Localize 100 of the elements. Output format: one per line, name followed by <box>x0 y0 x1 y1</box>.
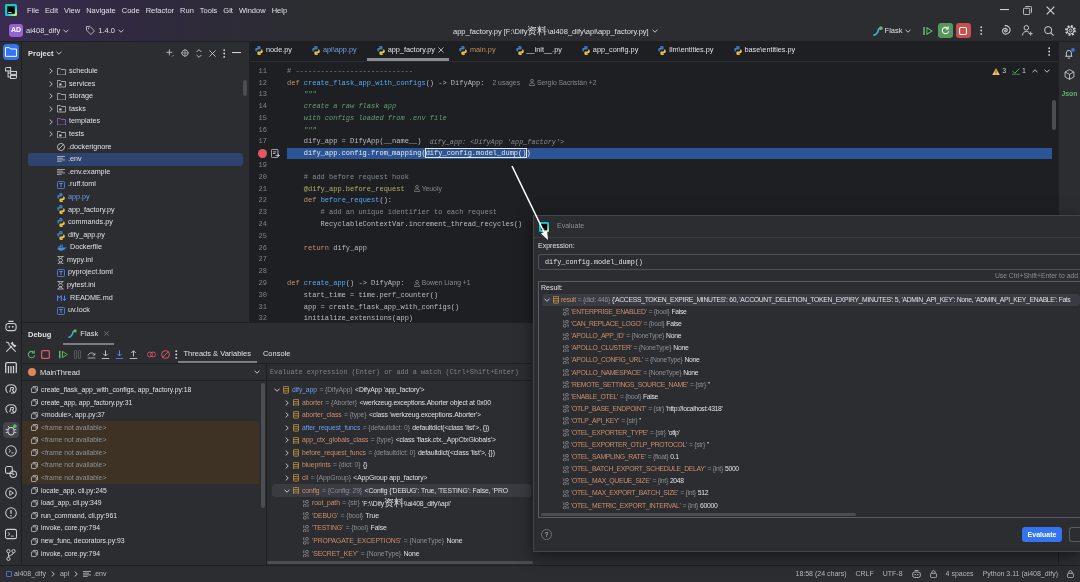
stop-button[interactable] <box>955 23 971 38</box>
chevron-down-icon[interactable] <box>56 51 63 55</box>
chevron-up-icon[interactable] <box>1032 69 1038 74</box>
bug-icon[interactable] <box>2 422 19 439</box>
restore-icon[interactable] <box>1023 5 1032 15</box>
chevron-down-icon[interactable] <box>1044 69 1050 74</box>
more-icon[interactable] <box>175 349 178 359</box>
python-file-icon <box>515 46 524 55</box>
package-folder-icon <box>57 105 66 113</box>
crosshair-icon[interactable] <box>180 49 189 57</box>
add-icon[interactable] <box>165 49 174 57</box>
minimize-icon[interactable] <box>232 52 241 54</box>
notification-bell-icon[interactable] <box>1064 48 1075 59</box>
markdown-file-icon <box>57 294 67 302</box>
status-dot-icon <box>28 368 36 376</box>
structure-icon[interactable] <box>2 65 19 81</box>
chevron-down-icon[interactable] <box>284 488 290 493</box>
cube-icon[interactable] <box>1064 69 1075 80</box>
scrollbar[interactable] <box>261 383 265 508</box>
double-circle-icon[interactable] <box>147 349 156 359</box>
chevron-down-icon[interactable] <box>544 298 550 303</box>
chevron-right-icon[interactable] <box>49 80 53 87</box>
chevron-right-icon[interactable] <box>285 475 289 482</box>
stacked-squares-icon <box>31 411 38 419</box>
chevron-right-icon[interactable] <box>49 131 53 138</box>
chevron-down-icon[interactable] <box>274 388 280 392</box>
up-down-chevrons-icon[interactable] <box>195 48 202 58</box>
chevron-down-icon[interactable] <box>651 28 658 33</box>
more-icon[interactable] <box>979 26 982 35</box>
circular-arrow-icon[interactable] <box>27 349 36 359</box>
scrollbar[interactable] <box>243 80 247 96</box>
play-bar-icon[interactable] <box>922 26 933 35</box>
chevron-right-icon[interactable] <box>49 93 53 100</box>
rerun-button[interactable] <box>937 23 953 38</box>
robot-icon[interactable] <box>911 570 921 578</box>
stacked-squares-icon <box>31 487 38 495</box>
binary-digits-icon <box>303 537 309 545</box>
down-arrow-icon[interactable] <box>101 349 110 359</box>
down-arrow-icon[interactable] <box>115 349 124 359</box>
folder-icon[interactable] <box>2 44 19 60</box>
add-user-icon[interactable] <box>1022 25 1033 36</box>
stack-icon <box>293 424 299 432</box>
chevron-down-icon[interactable] <box>63 28 70 33</box>
binary-digits-icon <box>563 489 569 498</box>
chevron-right-icon[interactable] <box>49 68 53 75</box>
scrollbar[interactable] <box>1052 100 1056 130</box>
stack-icon <box>293 461 299 470</box>
square-icon[interactable] <box>41 349 50 359</box>
slashed-circle-icon[interactable] <box>161 349 170 359</box>
stacked-squares-icon <box>31 449 38 457</box>
up-arrow-icon[interactable] <box>129 349 138 359</box>
chevron-right-icon[interactable] <box>285 462 289 469</box>
settings-icon[interactable] <box>1065 25 1076 36</box>
chevron-down-icon[interactable] <box>117 28 124 33</box>
spiral-icon[interactable] <box>1000 25 1011 36</box>
close-icon[interactable] <box>1046 5 1055 15</box>
stacked-squares-icon <box>31 386 38 394</box>
check-icon[interactable] <box>1012 67 1021 75</box>
chevron-right-icon[interactable] <box>49 106 53 113</box>
user-icon <box>529 79 536 87</box>
stacked-squares-icon <box>31 436 38 444</box>
minimize-icon[interactable] <box>1000 9 1009 11</box>
app-logo-icon <box>5 4 17 16</box>
lock-icon[interactable] <box>1067 570 1074 578</box>
curved-arrow-icon[interactable] <box>87 349 96 359</box>
python-file-icon <box>255 46 263 55</box>
chevron-right-icon[interactable] <box>285 399 289 406</box>
close-icon[interactable] <box>438 47 444 53</box>
services-icon[interactable] <box>2 463 19 480</box>
chevron-right-icon[interactable] <box>285 449 289 456</box>
play-bar-icon[interactable] <box>59 349 68 359</box>
console-icon[interactable] <box>2 443 19 459</box>
hourglass-icon <box>57 255 64 265</box>
exclamation-circle-icon[interactable] <box>2 505 19 522</box>
binary-digits-icon <box>303 549 309 558</box>
chevron-down-icon <box>254 370 260 374</box>
stacked-squares-icon <box>31 525 38 532</box>
more-icon[interactable] <box>1047 47 1050 56</box>
scrollbar[interactable] <box>541 513 856 516</box>
more-icon[interactable] <box>222 48 225 58</box>
python-file-icon <box>311 46 320 55</box>
python-file-icon <box>658 46 667 55</box>
scrollbar[interactable] <box>267 561 533 564</box>
columns-icon[interactable] <box>2 359 19 376</box>
warning-icon[interactable] <box>992 67 1001 75</box>
x-mark-icon[interactable] <box>208 49 216 57</box>
package-folder-icon <box>57 80 66 88</box>
chevron-right-icon[interactable] <box>49 118 53 125</box>
chevron-right-icon[interactable] <box>285 437 289 444</box>
python-file-icon <box>376 45 385 55</box>
breakpoint-icon[interactable] <box>258 148 267 158</box>
play-circle-icon[interactable] <box>2 484 19 501</box>
stack-icon <box>293 474 299 482</box>
chevron-right-icon[interactable] <box>285 412 289 419</box>
text-file-icon <box>83 571 92 577</box>
binary-digits-icon <box>563 320 569 328</box>
search-icon[interactable] <box>1044 25 1054 36</box>
chevron-right-icon[interactable] <box>285 424 289 431</box>
lock-icon[interactable] <box>929 570 937 578</box>
chevron-down-icon[interactable] <box>904 28 911 33</box>
